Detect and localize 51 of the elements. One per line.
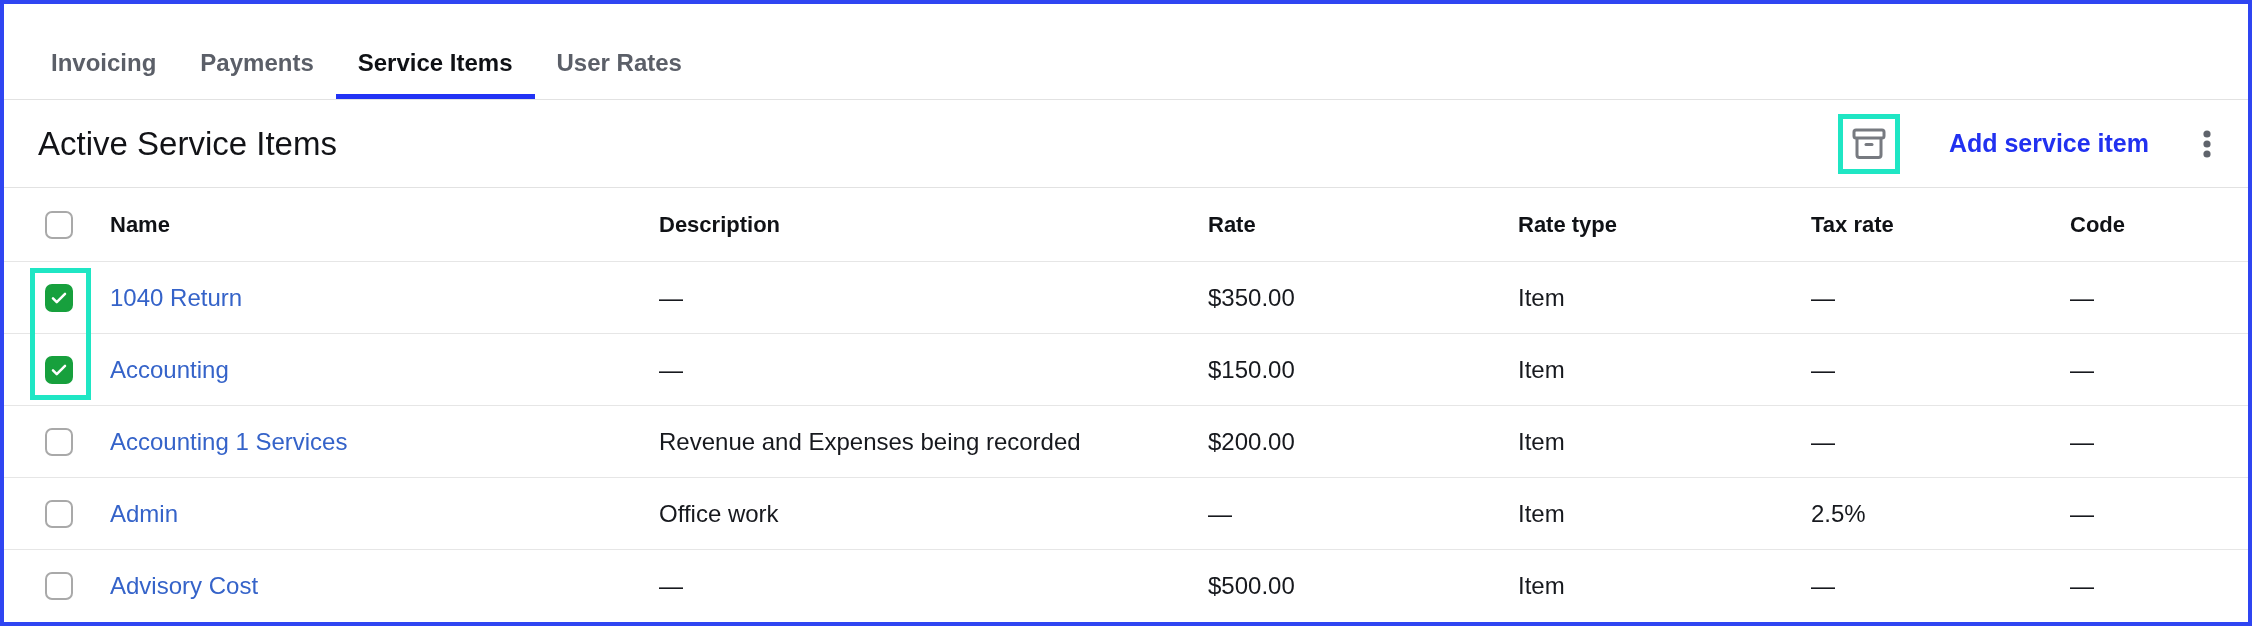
table-cell: $500.00 [1208,572,1295,600]
table-cell: Item [1518,355,1565,384]
add-service-item-button[interactable]: Add service item [1936,121,2161,166]
table-cell: Item [1518,499,1565,528]
table-cell: $200.00 [1208,427,1295,456]
table-cell: $350.00 [1208,283,1295,312]
column-header: Rate [1208,211,1256,238]
table-cell: — [659,355,683,384]
column-header: Name [110,211,170,238]
table-cell: — [1811,283,1835,312]
checkbox[interactable] [45,355,73,384]
checkbox[interactable] [45,427,73,456]
item-name-link[interactable]: 1040 Return [110,283,243,312]
table-cell: — [1811,355,1835,384]
item-name-link[interactable]: Accounting [110,355,229,384]
item-name-link[interactable]: Admin [110,499,179,528]
table-cell: Item [1518,572,1565,600]
table-cell: — [1811,572,1835,600]
column-header: Tax rate [1811,211,1894,238]
checkbox[interactable] [45,283,73,312]
table-cell: Revenue and Expenses being recorded [659,427,1081,456]
column-header: Rate type [1518,211,1618,238]
table-cell: — [2070,572,2094,600]
table-cell: — [2070,427,2094,456]
tab[interactable]: Service Items [335,39,535,99]
checkbox[interactable] [45,572,73,600]
archive-button[interactable] [1851,127,1886,160]
tab[interactable]: Invoicing [29,39,179,99]
tab[interactable]: Payments [178,39,336,99]
table-cell: — [659,572,683,600]
table-cell: — [659,283,683,312]
checkbox[interactable] [45,499,73,528]
table-cell: — [1208,499,1232,528]
tab[interactable]: User Rates [534,39,704,99]
table-cell: — [2070,283,2094,312]
item-name-link[interactable]: Accounting 1 Services [110,427,348,456]
section-title: Active Service Items [38,124,337,163]
checkbox[interactable] [45,210,73,239]
column-header: Code [2070,211,2125,238]
table-cell: — [2070,499,2094,528]
table-cell: Item [1518,427,1565,456]
table-cell: Office work [659,499,779,528]
table-cell: $150.00 [1208,355,1295,384]
table-cell: Item [1518,283,1565,312]
table-cell: — [1811,427,1835,456]
three-dots-icon [2203,129,2211,158]
column-header: Description [659,211,781,238]
item-name-link[interactable]: Advisory Cost [110,572,259,600]
archive-box-icon [1851,127,1886,160]
table-cell: — [2070,355,2094,384]
table-cell: 2.5% [1811,499,1866,528]
